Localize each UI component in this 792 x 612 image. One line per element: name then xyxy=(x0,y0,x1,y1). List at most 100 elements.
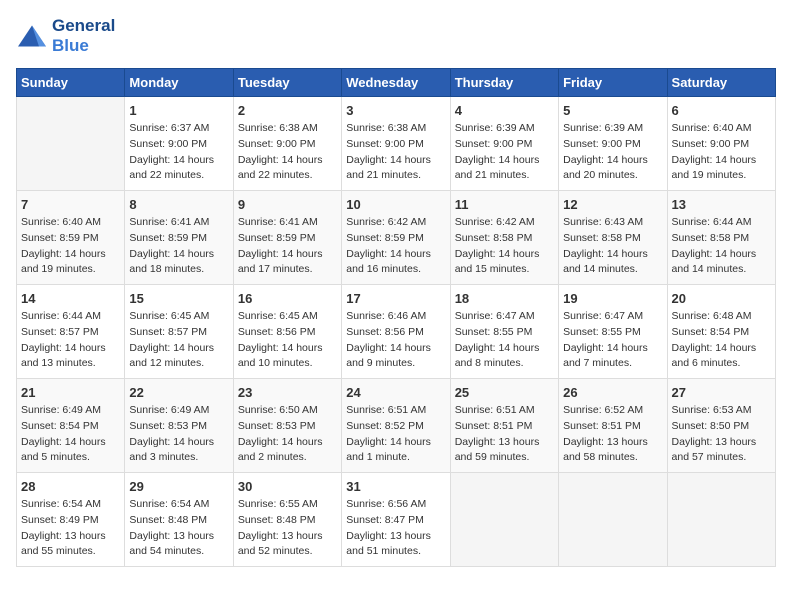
day-number: 3 xyxy=(346,103,445,118)
calendar-cell: 5Sunrise: 6:39 AMSunset: 9:00 PMDaylight… xyxy=(559,97,667,191)
day-info: Sunrise: 6:56 AMSunset: 8:47 PMDaylight:… xyxy=(346,497,445,560)
day-info: Sunrise: 6:40 AMSunset: 9:00 PMDaylight:… xyxy=(672,121,771,184)
calendar-cell: 16 Sunrise: 6:45 AMSunset: 8:56 PMDayligh… xyxy=(233,285,341,379)
day-info: Sunrise: 6:39 AMSunset: 9:00 PMDaylight:… xyxy=(455,121,554,184)
calendar-cell: 29 Sunrise: 6:54 AMSunset: 8:48 PMDayligh… xyxy=(125,473,233,567)
calendar-cell: 15 Sunrise: 6:45 AMSunset: 8:57 PMDayligh… xyxy=(125,285,233,379)
calendar-cell: 27 Sunrise: 6:53 AMSunset: 8:50 PMDayligh… xyxy=(667,379,775,473)
column-header-sunday: Sunday xyxy=(17,69,125,97)
day-number: 23 xyxy=(238,385,337,400)
day-number: 16 xyxy=(238,291,337,306)
day-number: 5 xyxy=(563,103,662,118)
column-header-thursday: Thursday xyxy=(450,69,558,97)
column-header-monday: Monday xyxy=(125,69,233,97)
calendar-cell: 13Sunrise: 6:44 AMSunset: 8:58 PMDayligh… xyxy=(667,191,775,285)
calendar-cell: 8 Sunrise: 6:41 AMSunset: 8:59 PMDaylight… xyxy=(125,191,233,285)
column-header-tuesday: Tuesday xyxy=(233,69,341,97)
day-number: 28 xyxy=(21,479,120,494)
calendar-cell: 25 Sunrise: 6:51 AMSunset: 8:51 PMDayligh… xyxy=(450,379,558,473)
day-info: Sunrise: 6:42 AMSunset: 8:59 PMDaylight:… xyxy=(346,215,445,278)
day-number: 29 xyxy=(129,479,228,494)
calendar-cell: 14Sunrise: 6:44 AMSunset: 8:57 PMDayligh… xyxy=(17,285,125,379)
logo-icon xyxy=(16,22,48,50)
day-info: Sunrise: 6:37 AMSunset: 9:00 PMDaylight:… xyxy=(129,121,228,184)
day-number: 8 xyxy=(129,197,228,212)
day-info: Sunrise: 6:42 AMSunset: 8:58 PMDaylight:… xyxy=(455,215,554,278)
calendar-cell: 12 Sunrise: 6:43 AMSunset: 8:58 PMDayligh… xyxy=(559,191,667,285)
calendar-cell: 24Sunrise: 6:51 AMSunset: 8:52 PMDayligh… xyxy=(342,379,450,473)
week-row-2: 7 Sunrise: 6:40 AMSunset: 8:59 PMDaylight… xyxy=(17,191,776,285)
page-header: General Blue xyxy=(16,16,776,56)
calendar-cell xyxy=(17,97,125,191)
calendar-cell: 18 Sunrise: 6:47 AMSunset: 8:55 PMDayligh… xyxy=(450,285,558,379)
day-info: Sunrise: 6:41 AMSunset: 8:59 PMDaylight:… xyxy=(238,215,337,278)
calendar-cell xyxy=(450,473,558,567)
day-info: Sunrise: 6:38 AMSunset: 9:00 PMDaylight:… xyxy=(346,121,445,184)
calendar-cell: 3 Sunrise: 6:38 AMSunset: 9:00 PMDaylight… xyxy=(342,97,450,191)
day-number: 11 xyxy=(455,197,554,212)
day-number: 24 xyxy=(346,385,445,400)
day-number: 1 xyxy=(129,103,228,118)
day-info: Sunrise: 6:54 AMSunset: 8:48 PMDaylight:… xyxy=(129,497,228,560)
day-number: 27 xyxy=(672,385,771,400)
day-info: Sunrise: 6:40 AMSunset: 8:59 PMDaylight:… xyxy=(21,215,120,278)
day-number: 17 xyxy=(346,291,445,306)
calendar-cell: 7 Sunrise: 6:40 AMSunset: 8:59 PMDaylight… xyxy=(17,191,125,285)
day-info: Sunrise: 6:49 AMSunset: 8:54 PMDaylight:… xyxy=(21,403,120,466)
calendar-cell: 11 Sunrise: 6:42 AMSunset: 8:58 PMDayligh… xyxy=(450,191,558,285)
calendar-cell: 23 Sunrise: 6:50 AMSunset: 8:53 PMDayligh… xyxy=(233,379,341,473)
day-info: Sunrise: 6:41 AMSunset: 8:59 PMDaylight:… xyxy=(129,215,228,278)
calendar-cell xyxy=(667,473,775,567)
calendar-cell: 9Sunrise: 6:41 AMSunset: 8:59 PMDaylight… xyxy=(233,191,341,285)
day-number: 13 xyxy=(672,197,771,212)
calendar-cell: 17 Sunrise: 6:46 AMSunset: 8:56 PMDayligh… xyxy=(342,285,450,379)
day-info: Sunrise: 6:47 AMSunset: 8:55 PMDaylight:… xyxy=(455,309,554,372)
day-info: Sunrise: 6:38 AMSunset: 9:00 PMDaylight:… xyxy=(238,121,337,184)
day-number: 22 xyxy=(129,385,228,400)
calendar-cell: 31 Sunrise: 6:56 AMSunset: 8:47 PMDayligh… xyxy=(342,473,450,567)
day-number: 31 xyxy=(346,479,445,494)
day-number: 18 xyxy=(455,291,554,306)
week-row-4: 21 Sunrise: 6:49 AMSunset: 8:54 PMDayligh… xyxy=(17,379,776,473)
day-number: 25 xyxy=(455,385,554,400)
calendar-cell: 6 Sunrise: 6:40 AMSunset: 9:00 PMDaylight… xyxy=(667,97,775,191)
day-number: 15 xyxy=(129,291,228,306)
header-row: SundayMondayTuesdayWednesdayThursdayFrid… xyxy=(17,69,776,97)
calendar-header: SundayMondayTuesdayWednesdayThursdayFrid… xyxy=(17,69,776,97)
calendar-cell: 21 Sunrise: 6:49 AMSunset: 8:54 PMDayligh… xyxy=(17,379,125,473)
calendar-table: SundayMondayTuesdayWednesdayThursdayFrid… xyxy=(16,68,776,567)
day-info: Sunrise: 6:45 AMSunset: 8:56 PMDaylight:… xyxy=(238,309,337,372)
column-header-saturday: Saturday xyxy=(667,69,775,97)
calendar-cell: 10 Sunrise: 6:42 AMSunset: 8:59 PMDayligh… xyxy=(342,191,450,285)
day-number: 7 xyxy=(21,197,120,212)
day-info: Sunrise: 6:43 AMSunset: 8:58 PMDaylight:… xyxy=(563,215,662,278)
calendar-cell: 22 Sunrise: 6:49 AMSunset: 8:53 PMDayligh… xyxy=(125,379,233,473)
day-info: Sunrise: 6:53 AMSunset: 8:50 PMDaylight:… xyxy=(672,403,771,466)
day-number: 20 xyxy=(672,291,771,306)
day-info: Sunrise: 6:50 AMSunset: 8:53 PMDaylight:… xyxy=(238,403,337,466)
day-number: 6 xyxy=(672,103,771,118)
calendar-body: 1 Sunrise: 6:37 AMSunset: 9:00 PMDaylight… xyxy=(17,97,776,567)
calendar-cell: 2Sunrise: 6:38 AMSunset: 9:00 PMDaylight… xyxy=(233,97,341,191)
column-header-friday: Friday xyxy=(559,69,667,97)
day-info: Sunrise: 6:45 AMSunset: 8:57 PMDaylight:… xyxy=(129,309,228,372)
calendar-cell: 19Sunrise: 6:47 AMSunset: 8:55 PMDayligh… xyxy=(559,285,667,379)
week-row-3: 14Sunrise: 6:44 AMSunset: 8:57 PMDayligh… xyxy=(17,285,776,379)
day-info: Sunrise: 6:51 AMSunset: 8:51 PMDaylight:… xyxy=(455,403,554,466)
day-info: Sunrise: 6:52 AMSunset: 8:51 PMDaylight:… xyxy=(563,403,662,466)
column-header-wednesday: Wednesday xyxy=(342,69,450,97)
calendar-cell: 1 Sunrise: 6:37 AMSunset: 9:00 PMDaylight… xyxy=(125,97,233,191)
calendar-cell: 28Sunrise: 6:54 AMSunset: 8:49 PMDayligh… xyxy=(17,473,125,567)
day-number: 19 xyxy=(563,291,662,306)
day-info: Sunrise: 6:46 AMSunset: 8:56 PMDaylight:… xyxy=(346,309,445,372)
day-number: 12 xyxy=(563,197,662,212)
week-row-5: 28Sunrise: 6:54 AMSunset: 8:49 PMDayligh… xyxy=(17,473,776,567)
day-info: Sunrise: 6:48 AMSunset: 8:54 PMDaylight:… xyxy=(672,309,771,372)
day-number: 30 xyxy=(238,479,337,494)
week-row-1: 1 Sunrise: 6:37 AMSunset: 9:00 PMDaylight… xyxy=(17,97,776,191)
calendar-cell: 30Sunrise: 6:55 AMSunset: 8:48 PMDayligh… xyxy=(233,473,341,567)
day-info: Sunrise: 6:49 AMSunset: 8:53 PMDaylight:… xyxy=(129,403,228,466)
day-number: 10 xyxy=(346,197,445,212)
day-number: 21 xyxy=(21,385,120,400)
day-info: Sunrise: 6:44 AMSunset: 8:57 PMDaylight:… xyxy=(21,309,120,372)
